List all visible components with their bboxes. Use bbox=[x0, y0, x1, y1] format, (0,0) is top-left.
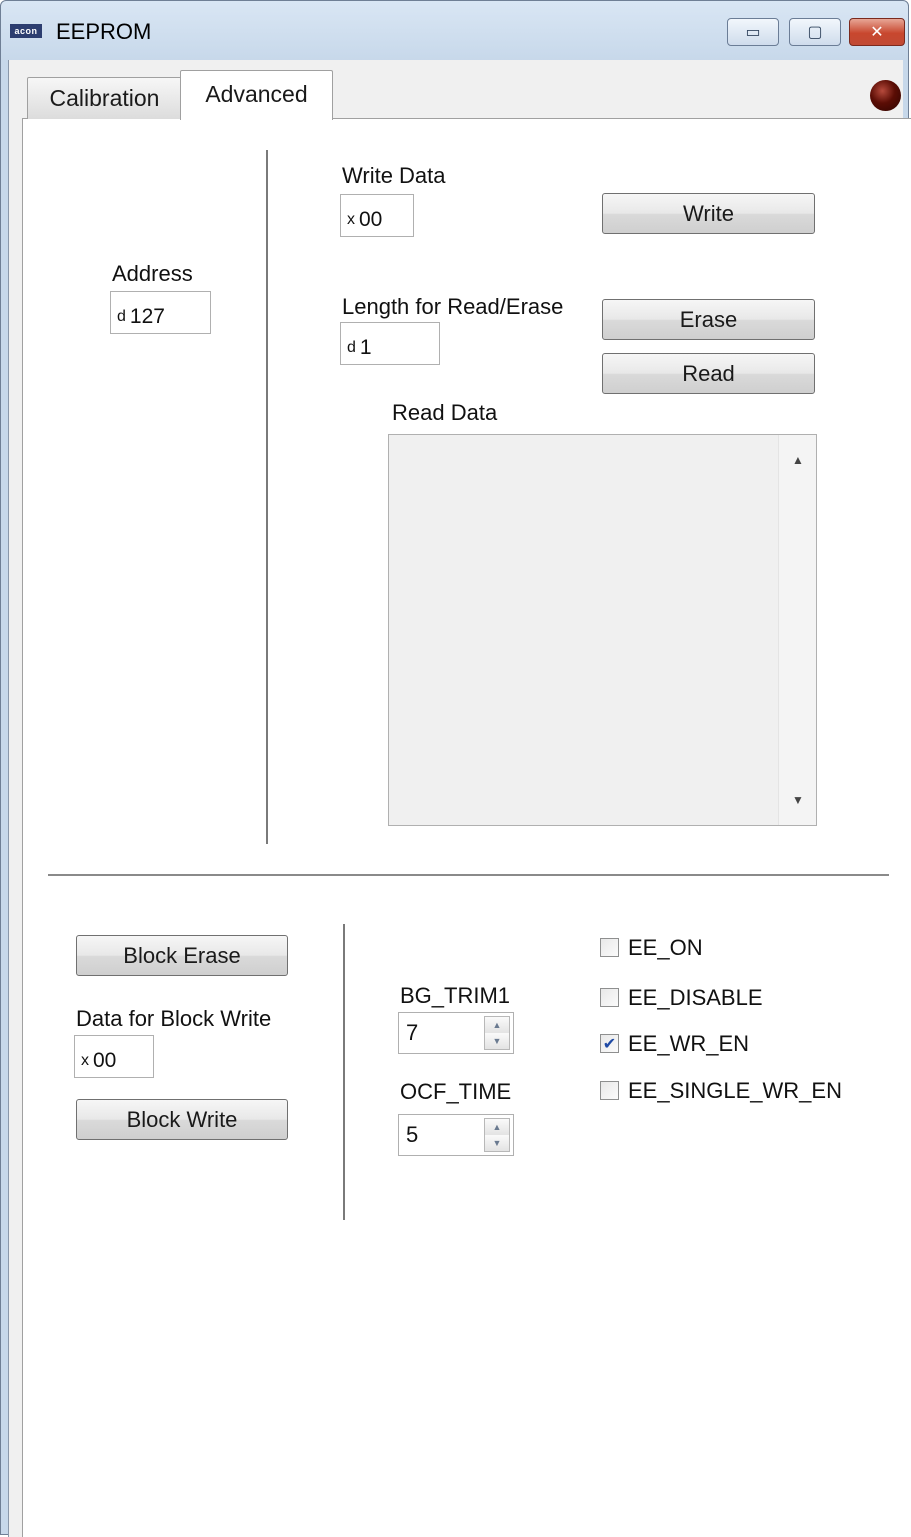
write-data-label: Write Data bbox=[342, 163, 446, 188]
ocf-time-spin-buttons: ▲ ▼ bbox=[484, 1118, 510, 1152]
title-bar[interactable]: acon EEPROM ▭ ▢ ✕ bbox=[0, 0, 911, 60]
ocf-time-value: 5 bbox=[406, 1122, 419, 1147]
window-title: EEPROM bbox=[56, 19, 152, 44]
tab-advanced-label: Advanced bbox=[205, 81, 308, 107]
address-value: 127 bbox=[129, 305, 165, 328]
spin-down-icon[interactable]: ▼ bbox=[485, 1033, 509, 1049]
write-data-prefix: x bbox=[347, 210, 355, 228]
write-data-field[interactable]: x 00 bbox=[340, 194, 414, 237]
length-field[interactable]: d 1 bbox=[340, 322, 440, 365]
lower-vertical-divider bbox=[343, 924, 345, 1220]
block-erase-button[interactable]: Block Erase bbox=[76, 935, 288, 976]
ee-disable-label: EE_DISABLE bbox=[628, 985, 763, 1010]
spin-down-icon[interactable]: ▼ bbox=[485, 1135, 509, 1151]
erase-button[interactable]: Erase bbox=[602, 299, 815, 340]
address-prefix: d bbox=[117, 307, 126, 325]
spin-up-icon[interactable]: ▲ bbox=[485, 1119, 509, 1136]
ee-disable-checkbox[interactable] bbox=[600, 988, 619, 1007]
tab-calibration[interactable]: Calibration bbox=[27, 77, 182, 119]
length-label: Length for Read/Erase bbox=[342, 294, 564, 319]
bg-trim1-label: BG_TRIM1 bbox=[400, 983, 511, 1008]
tab-advanced[interactable]: Advanced bbox=[180, 70, 333, 120]
ee-single-wr-en-label: EE_SINGLE_WR_EN bbox=[628, 1078, 842, 1103]
block-write-button[interactable]: Block Write bbox=[76, 1099, 288, 1140]
read-data-label: Read Data bbox=[392, 400, 498, 425]
block-write-data-label: Data for Block Write bbox=[76, 1006, 272, 1031]
maximize-button[interactable]: ▢ bbox=[789, 18, 841, 46]
read-button[interactable]: Read bbox=[602, 353, 815, 394]
maximize-icon: ▢ bbox=[807, 24, 823, 41]
block-write-data-field[interactable]: x 00 bbox=[74, 1035, 154, 1078]
length-prefix: d bbox=[347, 338, 356, 356]
ee-single-wr-en-checkbox[interactable] bbox=[600, 1081, 619, 1100]
close-button[interactable]: ✕ bbox=[849, 18, 905, 46]
app-logo-icon: acon bbox=[10, 24, 42, 38]
scroll-down-icon[interactable]: ▼ bbox=[779, 793, 817, 807]
ee-wr-en-checkbox[interactable]: ✔ bbox=[600, 1034, 619, 1053]
length-value: 1 bbox=[359, 336, 372, 359]
bg-trim1-spinner[interactable]: 7 ▲ ▼ bbox=[398, 1012, 514, 1054]
spin-up-icon[interactable]: ▲ bbox=[485, 1017, 509, 1034]
address-field[interactable]: d 127 bbox=[110, 291, 211, 334]
ee-wr-en-label: EE_WR_EN bbox=[628, 1031, 750, 1056]
close-icon: ✕ bbox=[870, 24, 884, 41]
bg-trim1-value: 7 bbox=[406, 1020, 419, 1045]
tab-calibration-label: Calibration bbox=[49, 85, 160, 111]
block-write-value: 00 bbox=[93, 1049, 117, 1072]
ee-on-label: EE_ON bbox=[628, 935, 703, 960]
ocf-time-label: OCF_TIME bbox=[400, 1079, 512, 1104]
ee-on-checkbox[interactable] bbox=[600, 938, 619, 957]
write-data-value: 00 bbox=[359, 208, 383, 231]
bg-trim1-spin-buttons: ▲ ▼ bbox=[484, 1016, 510, 1050]
minimize-button[interactable]: ▭ bbox=[727, 18, 779, 46]
vertical-divider bbox=[266, 150, 268, 844]
read-data-textarea[interactable] bbox=[388, 434, 817, 826]
minimize-icon: ▭ bbox=[745, 24, 761, 41]
status-led-icon bbox=[870, 80, 901, 111]
ocf-time-spinner[interactable]: 5 ▲ ▼ bbox=[398, 1114, 514, 1156]
check-mark-icon: ✔ bbox=[602, 1035, 617, 1053]
address-label: Address bbox=[112, 261, 193, 286]
horizontal-divider bbox=[48, 874, 889, 876]
block-write-prefix: x bbox=[81, 1051, 89, 1069]
scroll-up-icon[interactable]: ▲ bbox=[779, 453, 817, 467]
read-data-scrollbar[interactable]: ▲ ▼ bbox=[778, 435, 816, 825]
write-button[interactable]: Write bbox=[602, 193, 815, 234]
